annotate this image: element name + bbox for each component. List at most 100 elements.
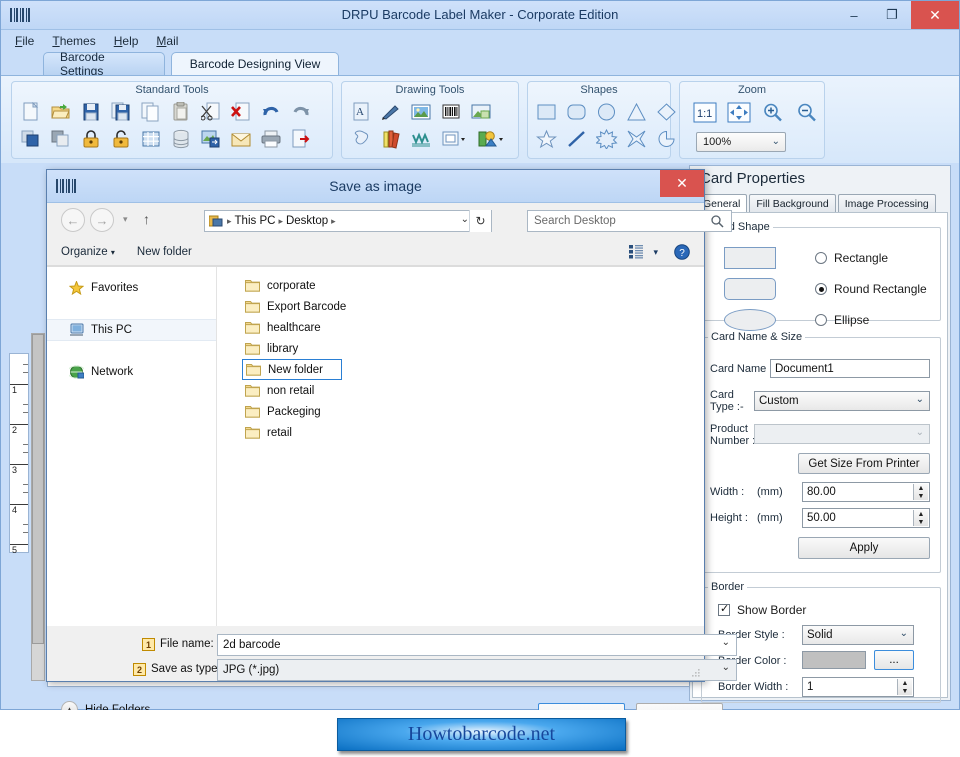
nav-item-network[interactable]: Network [47, 361, 216, 383]
zoom-out-icon[interactable] [794, 100, 820, 124]
up-button[interactable]: ↑ [143, 211, 150, 227]
tab-barcode-settings[interactable]: Barcode Settings [43, 50, 165, 78]
chevron-down-icon[interactable]: ⌄ [722, 662, 730, 673]
grid-icon[interactable] [138, 127, 164, 151]
line-shape-icon[interactable] [564, 127, 590, 151]
barcode-tool-icon[interactable] [438, 100, 464, 124]
symbol-tool-icon[interactable] [474, 127, 506, 151]
list-item[interactable]: Packeging [242, 401, 342, 422]
new-folder-button[interactable]: New folder [137, 246, 192, 258]
list-item[interactable]: library [242, 338, 342, 359]
ellipse-shape-icon[interactable] [594, 100, 620, 124]
frame-tool-icon[interactable] [438, 127, 470, 151]
forward-button[interactable]: → [90, 208, 114, 232]
redo-icon[interactable] [288, 100, 314, 124]
pie-shape-icon[interactable] [654, 127, 680, 151]
view-mode-icon[interactable] [629, 245, 644, 262]
border-color-swatch[interactable] [802, 651, 866, 669]
menu-item-themes[interactable]: Themes [52, 34, 95, 48]
help-icon[interactable]: ? [674, 244, 690, 263]
nav-item-this-pc[interactable]: This PC [47, 319, 216, 341]
list-item[interactable]: New folder [242, 359, 342, 380]
file-name-input[interactable]: 2d barcode ⌄ [217, 634, 737, 656]
tab-fill-background[interactable]: Fill Background [749, 194, 836, 212]
height-spinner[interactable]: ▲ ▼ [913, 510, 928, 526]
list-item[interactable]: retail [242, 422, 342, 443]
resize-grip-icon[interactable] [691, 668, 701, 678]
breadcrumb-item-desktop[interactable]: Desktop [286, 215, 328, 227]
nav-item-favorites[interactable]: Favorites [47, 277, 216, 299]
cut-icon[interactable] [198, 100, 224, 124]
zoom-in-icon[interactable] [760, 100, 786, 124]
text-tool-icon[interactable]: A [348, 100, 374, 124]
tab-barcode-designing-view[interactable]: Barcode Designing View [171, 52, 339, 75]
border-style-combobox[interactable]: Solid ⌄ [802, 625, 914, 645]
rectangle-shape-icon[interactable] [534, 100, 560, 124]
shape-tool-icon[interactable] [348, 127, 374, 151]
signature-icon[interactable] [408, 127, 434, 151]
copy-icon[interactable] [138, 100, 164, 124]
bring-to-front-icon[interactable] [18, 127, 44, 151]
star-shape-icon[interactable] [534, 127, 560, 151]
save-as-type-combobox[interactable]: JPG (*.jpg) ⌄ [217, 659, 737, 681]
list-item[interactable]: corporate [242, 275, 342, 296]
scrollbar-thumb[interactable] [32, 334, 44, 644]
recent-locations-button[interactable]: ▾ [123, 214, 128, 225]
export-icon[interactable] [288, 127, 314, 151]
get-size-from-printer-button[interactable]: Get Size From Printer [798, 453, 930, 474]
refresh-button[interactable]: ↻ [469, 210, 491, 232]
breadcrumb-item-this-pc[interactable]: This PC [235, 215, 276, 227]
product-number-combobox[interactable]: ⌄ [754, 424, 930, 444]
list-item[interactable]: non retail [242, 380, 342, 401]
width-input[interactable]: 80.00 ▲ ▼ [802, 482, 930, 502]
dialog-close-button[interactable]: ✕ [660, 170, 704, 197]
image-export-icon[interactable] [198, 127, 224, 151]
four-point-star-icon[interactable] [624, 127, 650, 151]
menu-item-file[interactable]: File [15, 34, 34, 48]
triangle-shape-icon[interactable] [624, 100, 650, 124]
chevron-down-icon[interactable]: ⌄ [722, 637, 730, 648]
show-border-checkbox[interactable]: Show Border [718, 602, 806, 617]
pencil-tool-icon[interactable] [378, 100, 404, 124]
paste-icon[interactable] [168, 100, 194, 124]
card-type-combobox[interactable]: Custom ⌄ [754, 391, 930, 411]
save-as-icon[interactable] [108, 100, 134, 124]
width-spinner[interactable]: ▲ ▼ [913, 484, 928, 500]
height-input[interactable]: 50.00 ▲ ▼ [802, 508, 930, 528]
minimize-button[interactable]: – [835, 1, 873, 29]
menu-item-mail[interactable]: Mail [156, 34, 178, 48]
close-button[interactable]: ✕ [911, 1, 959, 29]
diamond-shape-icon[interactable] [654, 100, 680, 124]
zoom-level-combobox[interactable]: 100% ⌄ [696, 132, 786, 152]
database-icon[interactable] [168, 127, 194, 151]
restore-button[interactable]: ❐ [873, 1, 911, 29]
radio-round-rectangle[interactable]: Round Rectangle [815, 282, 927, 296]
search-input[interactable]: Search Desktop [527, 210, 732, 232]
border-color-browse-button[interactable]: ... [874, 650, 914, 670]
ellipse-preview[interactable] [724, 309, 776, 331]
save-icon[interactable] [78, 100, 104, 124]
apply-button[interactable]: Apply [798, 537, 930, 559]
breadcrumb[interactable]: ▸ This PC ▸ Desktop ▸ ⌄ ↻ [204, 210, 492, 232]
delete-icon[interactable] [228, 100, 254, 124]
watermark-icon[interactable] [468, 100, 494, 124]
lock-icon[interactable] [78, 127, 104, 151]
burst-shape-icon[interactable] [594, 127, 620, 151]
radio-ellipse[interactable]: Ellipse [815, 313, 869, 327]
border-width-spinner[interactable]: ▲ ▼ [897, 679, 912, 695]
chevron-down-icon[interactable]: ▾ [653, 247, 658, 258]
library-icon[interactable] [378, 127, 404, 151]
picture-tool-icon[interactable] [408, 100, 434, 124]
tab-image-processing[interactable]: Image Processing [837, 194, 936, 212]
card-name-input[interactable]: Document1 [770, 359, 930, 378]
radio-rectangle[interactable]: Rectangle [815, 251, 888, 265]
menu-item-help[interactable]: Help [114, 34, 139, 48]
chevron-down-icon[interactable]: ⌄ [461, 214, 469, 225]
round-rectangle-shape-icon[interactable] [564, 100, 590, 124]
undo-icon[interactable] [258, 100, 284, 124]
new-document-icon[interactable] [18, 100, 44, 124]
rectangle-preview[interactable] [724, 247, 776, 269]
list-item[interactable]: Export Barcode [242, 296, 372, 317]
print-icon[interactable] [258, 127, 284, 151]
open-folder-icon[interactable] [48, 100, 74, 124]
